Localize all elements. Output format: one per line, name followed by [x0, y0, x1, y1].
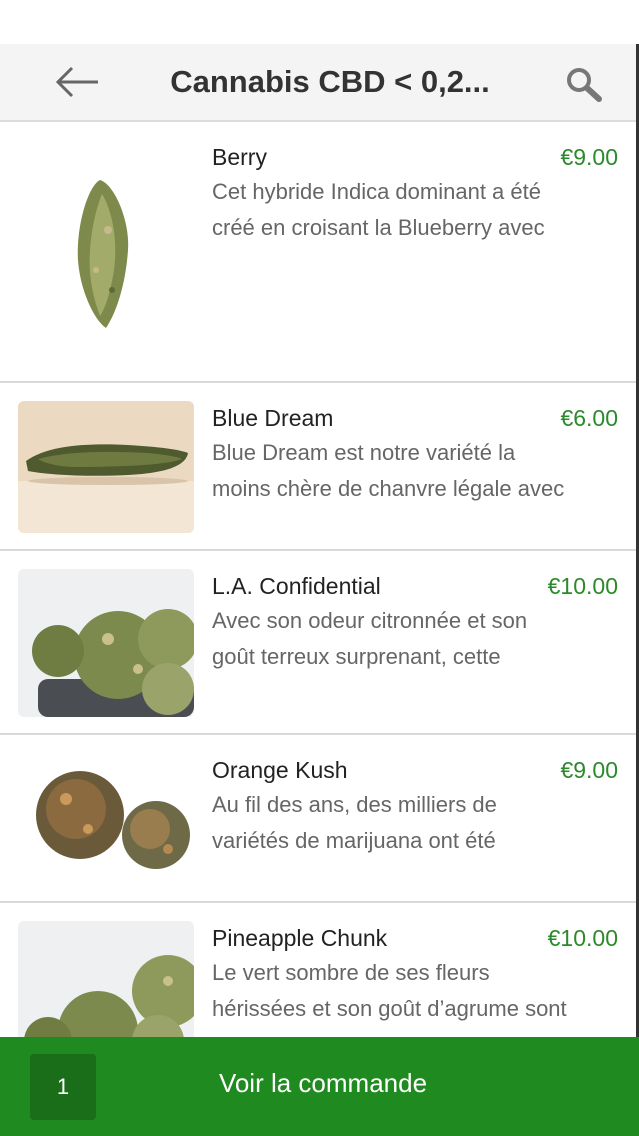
product-name: L.A. Confidential — [212, 573, 381, 599]
product-description-line: variétés de marijuana ont été — [212, 828, 496, 853]
search-icon — [567, 68, 602, 102]
product-description-line: Le vert sombre de ses fleurs — [212, 960, 490, 985]
arrow-left-icon — [55, 66, 98, 98]
product-row[interactable]: Blue Dream €6.00 Blue Dream est notre va… — [0, 383, 636, 551]
view-order-label: Voir la commande — [218, 1068, 428, 1098]
product-price: €6.00 — [560, 405, 618, 431]
product-price: €10.00 — [547, 925, 618, 951]
product-row[interactable]: Berry €9.00 Cet hybride Indica dominant … — [0, 122, 636, 383]
product-list: Berry €9.00 Cet hybride Indica dominant … — [0, 122, 636, 1071]
product-description-line: goût terreux surprenant, cette — [212, 644, 501, 669]
product-price: €9.00 — [560, 144, 618, 170]
search-button[interactable] — [562, 64, 606, 104]
product-description-line: Au fil des ans, des milliers de — [212, 792, 497, 817]
product-name: Blue Dream — [212, 405, 334, 431]
product-image — [18, 753, 194, 885]
product-description-line: Blue Dream est notre variété la — [212, 440, 516, 465]
view-order-button[interactable]: 1 Voir la commande — [0, 1037, 639, 1136]
app-bar: Cannabis CBD < 0,2... — [0, 44, 639, 122]
product-description-line: Cet hybride Indica dominant a été — [212, 179, 541, 204]
product-row[interactable]: L.A. Confidential €10.00 Avec son odeur … — [0, 551, 636, 735]
product-description-line: moins chère de chanvre légale avec — [212, 476, 565, 501]
product-description-line: hérissées et son goût d’agrume sont — [212, 996, 567, 1021]
product-price: €10.00 — [547, 573, 618, 599]
product-price: €9.00 — [560, 757, 618, 783]
product-description-line: créé en croisant la Blueberry avec — [212, 215, 545, 240]
page-title: Cannabis CBD < 0,2... — [170, 64, 490, 99]
product-description-line: Avec son odeur citronnée et son — [212, 608, 528, 633]
product-name: Berry — [212, 144, 267, 170]
product-image — [18, 401, 194, 533]
product-name: Pineapple Chunk — [212, 925, 388, 951]
product-image — [18, 170, 194, 340]
product-image — [18, 921, 194, 1053]
product-image — [18, 569, 194, 717]
product-name: Orange Kush — [212, 757, 348, 783]
product-row[interactable]: Orange Kush €9.00 Au fil des ans, des mi… — [0, 735, 636, 903]
status-bar — [0, 0, 639, 44]
back-button[interactable] — [54, 64, 102, 100]
